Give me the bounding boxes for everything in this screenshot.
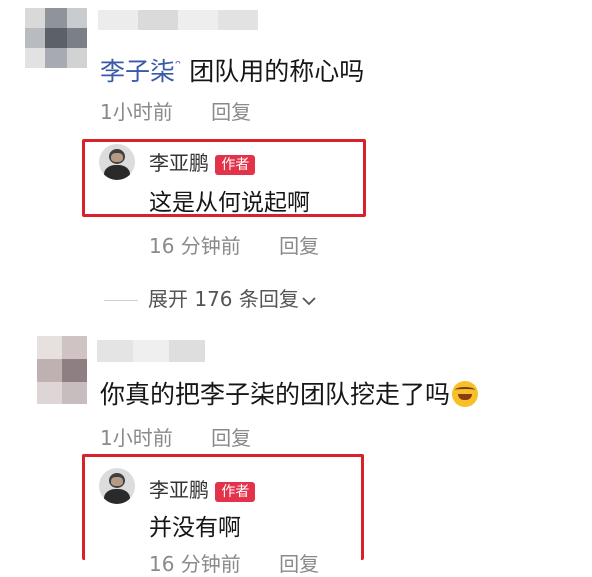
comment-2-reply-button[interactable]: 回复 bbox=[211, 426, 251, 450]
comment-1-reply-button[interactable]: 回复 bbox=[211, 100, 251, 124]
mention-link[interactable]: 李子柒ᵔ bbox=[100, 57, 189, 86]
author-reply-1-header: 李亚鹏 作者 bbox=[149, 147, 256, 176]
comment-2-meta: 1小时前 回复 bbox=[100, 422, 251, 451]
commenter-name-blurred[interactable] bbox=[97, 340, 205, 362]
commenter-avatar-blurred[interactable] bbox=[25, 8, 87, 68]
author-name[interactable]: 李亚鹏 bbox=[149, 478, 209, 502]
comment-1-time: 1小时前 bbox=[100, 100, 173, 124]
comment-1-meta: 1小时前 回复 bbox=[100, 96, 251, 125]
author-reply-2-time: 16 分钟前 bbox=[149, 552, 241, 576]
author-reply-1-reply-button[interactable]: 回复 bbox=[279, 234, 319, 258]
commenter-name-blurred[interactable] bbox=[98, 10, 258, 30]
author-avatar[interactable] bbox=[99, 468, 135, 504]
comment-2-text: 你真的把李子柒的团队挖走了吗 bbox=[100, 375, 479, 411]
commenter-avatar-blurred[interactable] bbox=[37, 336, 87, 404]
chevron-down-icon bbox=[302, 287, 316, 311]
author-avatar[interactable] bbox=[99, 144, 135, 180]
author-badge: 作者 bbox=[215, 481, 256, 502]
comment-2-body: 你真的把李子柒的团队挖走了吗 bbox=[100, 380, 451, 409]
comment-1-body: 团队用的称心吗 bbox=[189, 57, 365, 86]
author-reply-2-text: 并没有啊 bbox=[149, 515, 241, 541]
laughing-tears-emoji-icon bbox=[452, 381, 479, 407]
author-reply-2-reply-button[interactable]: 回复 bbox=[279, 552, 319, 576]
author-name[interactable]: 李亚鹏 bbox=[149, 151, 209, 175]
author-reply-1-meta: 16 分钟前 回复 bbox=[149, 230, 319, 259]
expand-replies-button[interactable]: 展开 176 条回复 bbox=[104, 283, 316, 312]
author-reply-1-text: 这是从何说起啊 bbox=[149, 190, 310, 216]
author-reply-2-header: 李亚鹏 作者 bbox=[149, 474, 256, 503]
author-badge: 作者 bbox=[215, 154, 256, 175]
expand-replies-label: 展开 176 条回复 bbox=[148, 287, 299, 311]
comment-2-time: 1小时前 bbox=[100, 426, 173, 450]
comment-1-text: 李子柒ᵔ 团队用的称心吗 bbox=[100, 52, 364, 88]
author-reply-2-meta: 16 分钟前 回复 bbox=[149, 548, 319, 577]
author-reply-1-time: 16 分钟前 bbox=[149, 234, 241, 258]
expand-divider bbox=[104, 300, 138, 301]
